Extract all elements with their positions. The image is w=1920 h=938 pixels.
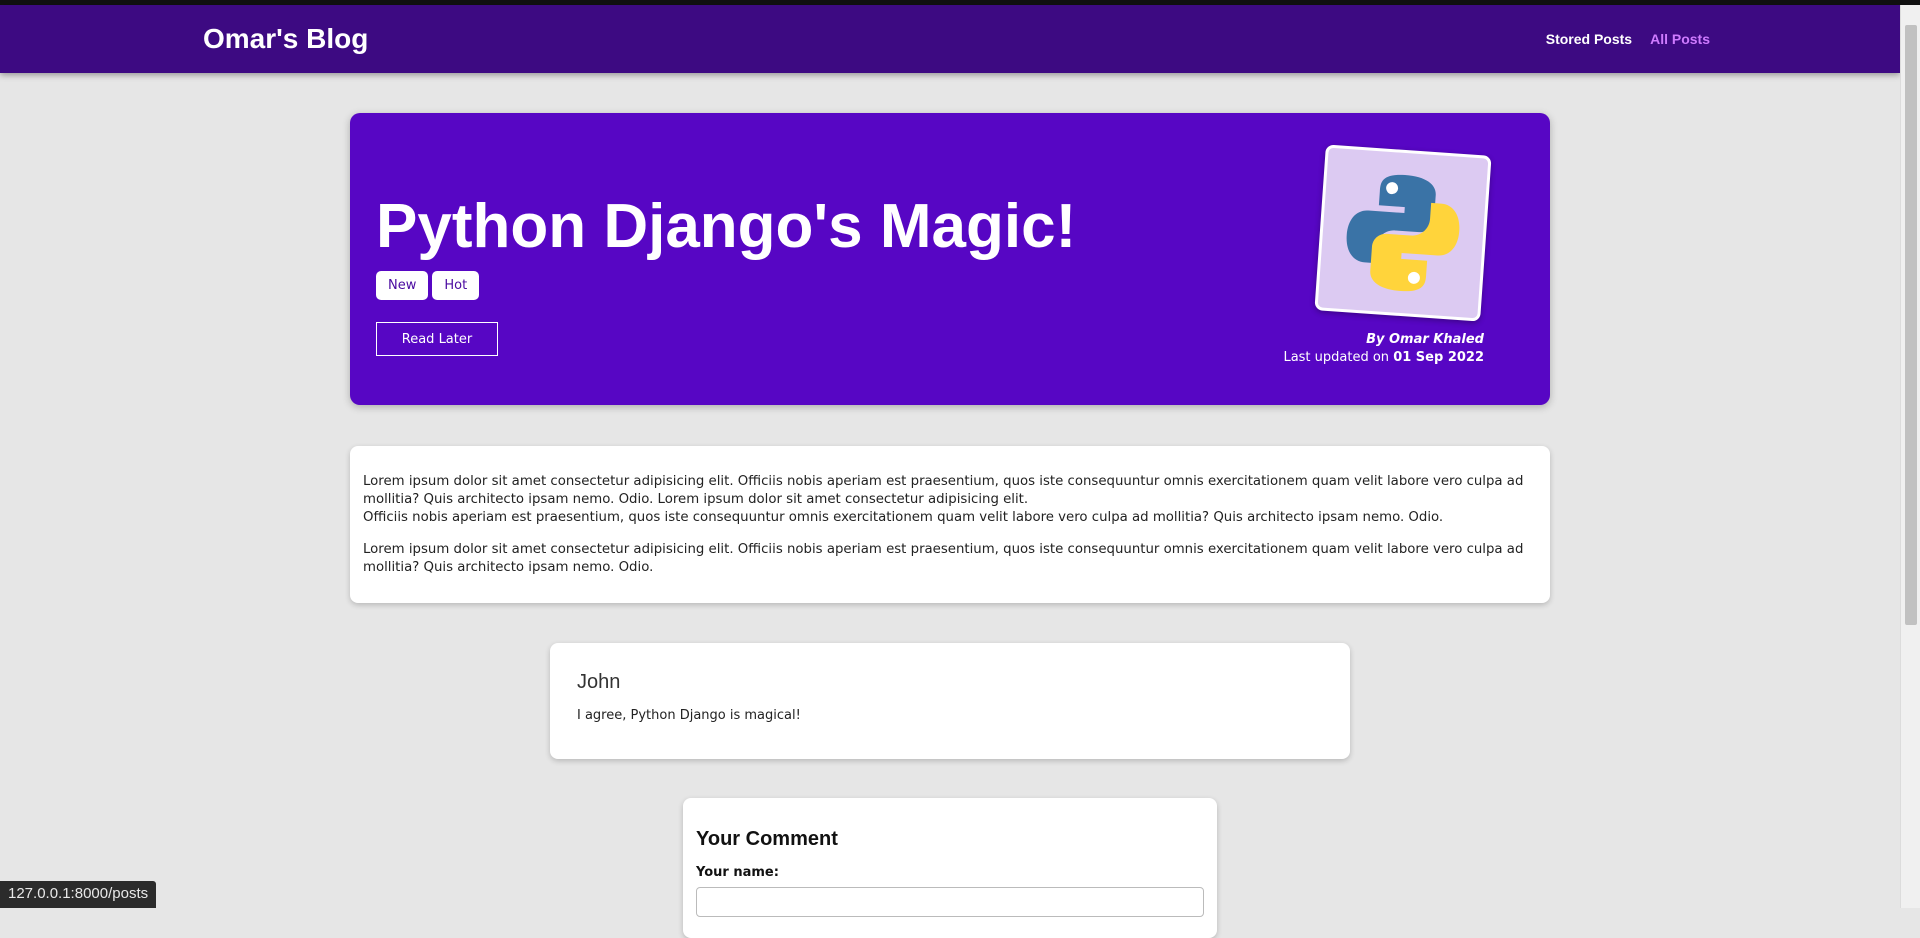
tag-new[interactable]: New [376,271,429,300]
tag-hot[interactable]: Hot [432,271,480,300]
page-scrollbar[interactable] [1900,5,1920,908]
nav-link-stored-posts[interactable]: Stored Posts [1546,31,1632,47]
nav-links: Stored Posts All Posts [1546,31,1710,47]
python-logo-icon [1346,174,1460,292]
content-line: Lorem ipsum dolor sit amet consectetur a… [363,542,1524,575]
post-updated: Last updated on 01 Sep 2022 [1283,349,1484,367]
scrollbar-thumb[interactable] [1905,25,1917,625]
content-line: Lorem ipsum dolor sit amet consectetur a… [363,474,1524,507]
content-paragraph: Lorem ipsum dolor sit amet consectetur a… [363,541,1537,577]
comment-author: John [577,671,621,693]
updated-prefix: Last updated on [1283,350,1390,365]
comment-form: Your Comment Your name: [683,798,1217,938]
post-content: Lorem ipsum dolor sit amet consectetur a… [350,446,1550,603]
name-label: Your name: [696,865,779,880]
post-hero: Python Django's Magic! New Hot Read Late… [350,113,1550,405]
post-tags: New Hot [376,271,480,300]
read-later-button[interactable]: Read Later [376,322,498,356]
post-title: Python Django's Magic! [376,192,1077,261]
browser-status-url: 127.0.0.1:8000/posts [0,881,157,908]
comment-form-title: Your Comment [696,828,838,850]
brand-logo-link[interactable]: Omar's Blog [203,23,368,55]
updated-date: 01 Sep 2022 [1393,350,1484,365]
content-paragraph: Lorem ipsum dolor sit amet consectetur a… [363,473,1537,527]
name-input[interactable] [696,887,1204,917]
post-author-info: By Omar Khaled Last updated on 01 Sep 20… [1283,331,1484,367]
content-line: Officiis nobis aperiam est praesentium, … [363,510,1444,525]
post-image [1314,144,1492,322]
navbar: Omar's Blog Stored Posts All Posts [0,5,1900,73]
nav-link-all-posts[interactable]: All Posts [1650,31,1710,47]
comment-text: I agree, Python Django is magical! [577,708,801,723]
post-author: By Omar Khaled [1366,332,1484,347]
comment-item: John I agree, Python Django is magical! [550,643,1350,759]
